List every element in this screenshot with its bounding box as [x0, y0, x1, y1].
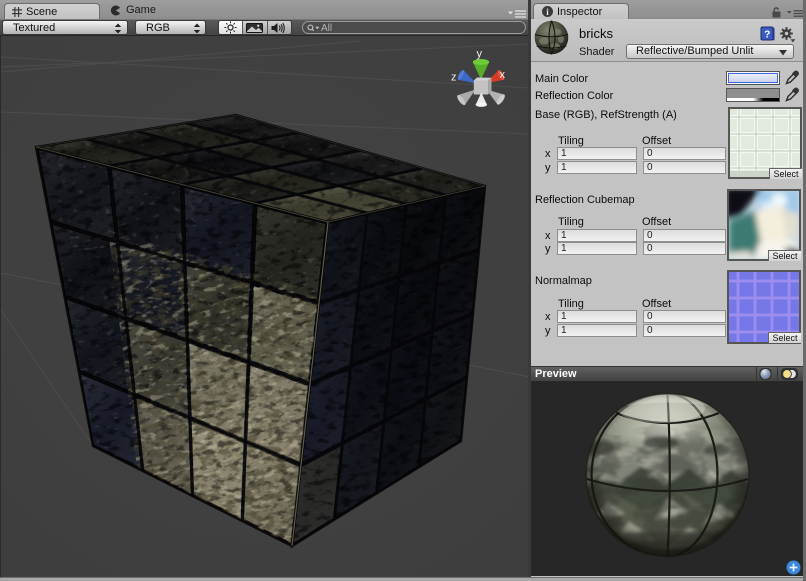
svg-text:z: z: [451, 72, 457, 84]
svg-text:x: x: [500, 69, 506, 81]
svg-text:?: ?: [764, 30, 770, 41]
svg-text:y: y: [477, 48, 483, 60]
